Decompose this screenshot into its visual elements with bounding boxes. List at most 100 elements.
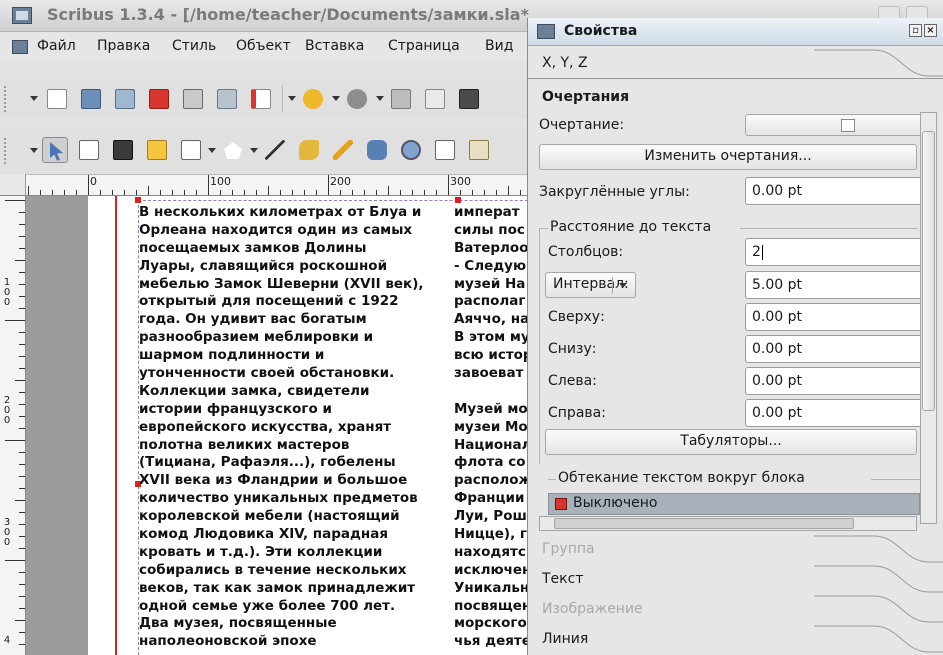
menu-view[interactable]: Вид [485, 38, 513, 54]
horizontal-ruler[interactable]: 0 100 200 300 [26, 174, 536, 196]
chevron-down-icon[interactable] [30, 96, 38, 101]
bottom-distance-label: Снизу: [548, 341, 597, 357]
open-document-button[interactable] [78, 86, 104, 112]
document-menu-icon[interactable] [12, 40, 28, 54]
ruler-tick [124, 190, 125, 195]
ruler-tick [19, 212, 25, 213]
group-frame [740, 228, 918, 229]
tab-divider [528, 78, 943, 79]
float-icon[interactable]: ▫ [909, 24, 922, 37]
left-distance-field[interactable]: 0.00 pt [745, 367, 923, 395]
tab-curve [814, 535, 943, 563]
chevron-down-icon[interactable] [376, 96, 384, 101]
image-frame-tool-button[interactable] [110, 137, 136, 163]
text-frame-tool-button[interactable] [76, 137, 102, 163]
menu-style[interactable]: Стиль [172, 38, 216, 54]
copy-button[interactable] [422, 86, 448, 112]
menu-page[interactable]: Страница [388, 38, 460, 54]
interval-field[interactable]: 5.00 pt [745, 271, 923, 299]
zoom-tool-button[interactable] [398, 137, 424, 163]
chevron-down-icon[interactable] [208, 148, 216, 153]
menu-edit[interactable]: Правка [97, 38, 150, 54]
properties-titlebar[interactable]: Свойства ▫ × [528, 18, 943, 46]
ruler-tick [19, 572, 25, 573]
ruler-tick [19, 392, 25, 393]
properties-scrollbar[interactable] [920, 112, 937, 524]
text-line: количество уникальных предметов [139, 490, 418, 507]
ruler-tick [19, 404, 25, 405]
bezier-tool-button[interactable] [296, 137, 322, 163]
polygon-tool-button[interactable] [220, 137, 246, 163]
toolbar-handle[interactable] [4, 86, 10, 112]
document-page[interactable]: В нескольких километрах от Блуа и Орлеана… [88, 196, 558, 655]
undo-button[interactable] [300, 86, 326, 112]
interval-dropdown[interactable]: Интервал: [545, 272, 636, 298]
scrollbar-thumb[interactable] [922, 131, 935, 411]
chevron-down-icon[interactable] [288, 96, 296, 101]
close-document-button[interactable] [146, 86, 172, 112]
paste-button[interactable] [456, 86, 482, 112]
tab-text[interactable]: Текст [528, 564, 943, 594]
image-frame-icon [113, 140, 133, 160]
edit-text-tool-button[interactable] [432, 137, 458, 163]
menu-object[interactable]: Объект [236, 38, 291, 54]
menu-insert[interactable]: Вставка [305, 38, 364, 54]
table-tool-button[interactable] [144, 137, 170, 163]
chevron-down-icon[interactable] [332, 96, 340, 101]
text-line: Коллекции замка, свидетели [139, 382, 370, 399]
select-tool-button[interactable] [42, 137, 68, 163]
menu-file[interactable]: Файл [37, 38, 76, 54]
frame-handle[interactable] [455, 197, 461, 203]
save-button[interactable] [112, 86, 138, 112]
edit-shape-button[interactable]: Изменить очертания... [539, 144, 917, 170]
frame-handle[interactable] [135, 197, 141, 203]
bottom-distance-field[interactable]: 0.00 pt [745, 335, 923, 363]
wrap-option-selected[interactable]: Выключено [548, 493, 920, 515]
preflight-button[interactable] [214, 86, 240, 112]
toolbar-handle[interactable] [4, 138, 10, 164]
properties-panel: Свойства ▫ × X, Y, Z Очертания Очертание… [527, 18, 943, 655]
line-tool-button[interactable] [262, 137, 288, 163]
freehand-tool-button[interactable] [330, 137, 356, 163]
ruler-tick [400, 190, 401, 195]
rotate-tool-button[interactable] [364, 137, 390, 163]
text-line: В нескольких километрах от Блуа и [139, 204, 422, 220]
print-button[interactable] [180, 86, 206, 112]
ruler-tick [232, 190, 233, 195]
ruler-tick [19, 464, 25, 465]
columns-field[interactable]: 2 [745, 238, 923, 266]
rounded-corners-field[interactable]: 0.00 pt [745, 177, 923, 205]
tab-xyz[interactable]: X, Y, Z [528, 48, 943, 78]
undo-icon [303, 89, 323, 109]
ruler-tick [28, 186, 29, 195]
right-distance-field[interactable]: 0.00 pt [745, 399, 923, 427]
text-line: собирались в течение нескольких [139, 561, 407, 578]
export-pdf-button[interactable] [248, 86, 274, 112]
top-distance-field[interactable]: 0.00 pt [745, 303, 923, 331]
ruler-tick [304, 190, 305, 195]
cut-button[interactable] [388, 86, 414, 112]
text-line: кровать и т.д.). Эти коллекции [139, 543, 383, 560]
ruler-tick [19, 584, 25, 585]
text-line: мебелью Замок Шеверни (XVII век), [139, 275, 424, 292]
chevron-down-icon[interactable] [30, 148, 38, 153]
new-document-button[interactable] [44, 86, 70, 112]
shape-tool-button[interactable] [178, 137, 204, 163]
vertical-ruler[interactable]: 1 0 0 2 0 0 3 0 0 4 [0, 196, 26, 655]
scrollbar-thumb[interactable] [554, 518, 854, 529]
close-icon[interactable]: × [924, 24, 937, 37]
horizontal-scrollbar[interactable] [539, 516, 917, 531]
shape-selector[interactable] [745, 114, 925, 136]
ruler-tick [172, 190, 173, 195]
tab-xyz-label: X, Y, Z [542, 55, 588, 71]
ruler-corner[interactable] [0, 174, 26, 196]
tab-shape[interactable]: Очертания [528, 82, 943, 112]
redo-button[interactable] [344, 86, 370, 112]
text-column-1[interactable]: В нескольких километрах от Блуа и Орлеана… [139, 204, 451, 651]
tabulators-button[interactable]: Табуляторы... [545, 429, 917, 455]
tab-line[interactable]: Линия [528, 624, 943, 654]
ruler-tick [340, 190, 341, 195]
document-canvas[interactable]: В нескольких километрах от Блуа и Орлеана… [26, 196, 558, 655]
chevron-down-icon[interactable] [250, 148, 258, 153]
story-editor-button[interactable] [466, 137, 492, 163]
